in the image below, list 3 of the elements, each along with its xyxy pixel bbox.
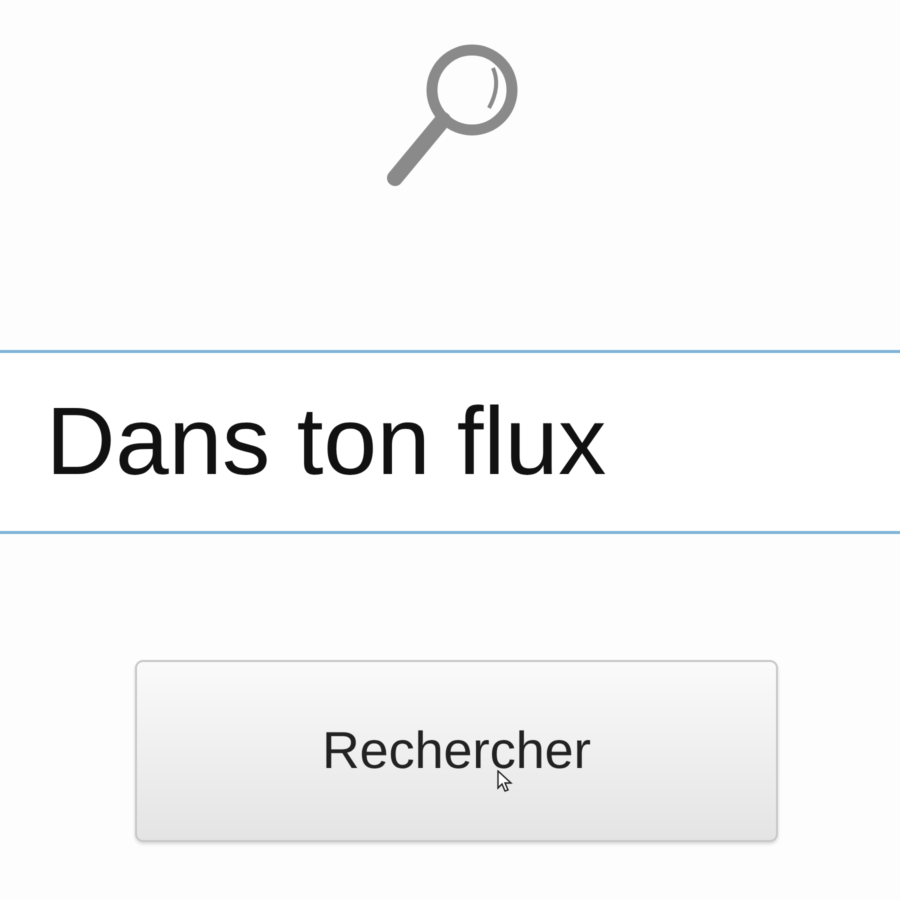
cursor-icon [497, 770, 513, 792]
search-field[interactable]: Dans ton flux [0, 350, 900, 534]
search-button[interactable]: Rechercher [135, 660, 778, 842]
